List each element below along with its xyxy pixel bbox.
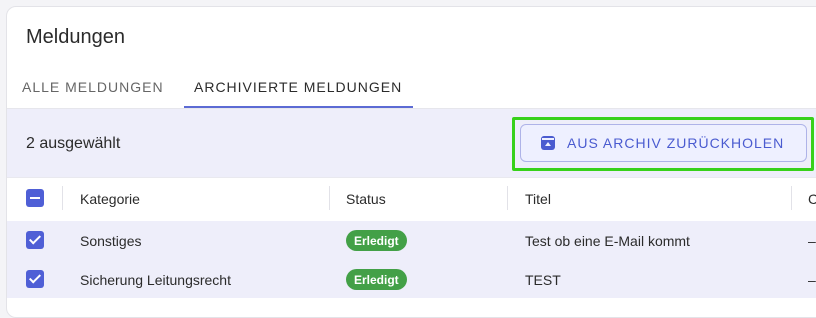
column-header-extra[interactable]: C xyxy=(808,191,816,207)
next-row-edge xyxy=(7,298,816,302)
column-header-kategorie[interactable]: Kategorie xyxy=(80,191,140,207)
select-all-checkbox[interactable] xyxy=(26,189,44,207)
column-separator xyxy=(329,186,330,210)
tab-archived-notifications[interactable]: ARCHIVIERTE MELDUNGEN xyxy=(194,79,402,95)
cell-extra: – xyxy=(808,233,816,249)
page-title: Meldungen xyxy=(26,26,125,48)
column-separator xyxy=(507,186,508,210)
column-header-status[interactable]: Status xyxy=(346,191,386,207)
tab-all-notifications[interactable]: ALLE MELDUNGEN xyxy=(22,79,164,95)
cell-titel: Test ob eine E-Mail kommt xyxy=(525,233,690,249)
active-tab-indicator xyxy=(184,106,413,108)
column-separator xyxy=(791,186,792,210)
status-badge: Erledigt xyxy=(346,269,407,290)
unarchive-icon xyxy=(541,136,555,150)
cell-extra: – xyxy=(808,272,816,288)
row-checkbox[interactable] xyxy=(26,231,44,249)
cell-kategorie: Sonstiges xyxy=(80,233,142,249)
cell-kategorie: Sicherung Leitungsrecht xyxy=(80,272,231,288)
selection-count: 2 ausgewählt xyxy=(26,135,121,152)
restore-button-label: AUS ARCHIV ZURÜCKHOLEN xyxy=(567,135,785,151)
row-checkbox[interactable] xyxy=(26,270,44,288)
restore-from-archive-button[interactable]: AUS ARCHIV ZURÜCKHOLEN xyxy=(520,124,807,162)
column-header-titel[interactable]: Titel xyxy=(525,191,551,207)
status-badge: Erledigt xyxy=(346,230,407,251)
cell-titel: TEST xyxy=(525,272,561,288)
column-separator xyxy=(62,186,63,210)
